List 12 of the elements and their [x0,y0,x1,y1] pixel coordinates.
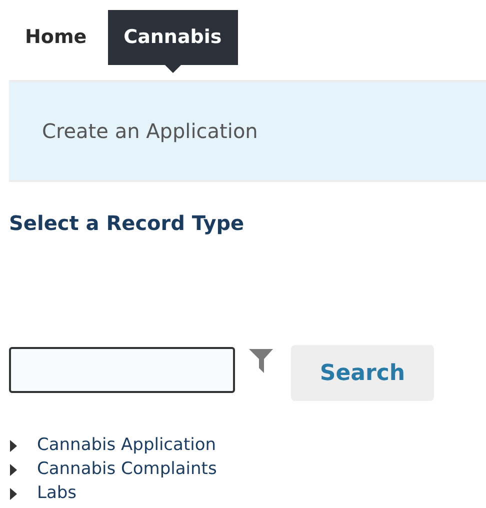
record-type-link[interactable]: Labs [37,481,77,507]
section-heading: Select a Record Type [9,210,246,237]
search-field[interactable] [9,347,235,393]
filter-icon[interactable] [248,348,274,374]
collapsed-arrow-icon[interactable] [9,488,18,500]
search-button[interactable]: Search [291,345,434,401]
nav-tab[interactable]: Home [10,10,102,65]
page-title: Create an Application [42,118,258,145]
record-type-link[interactable]: Cannabis Application [37,433,216,459]
collapsed-arrow-icon[interactable] [9,440,18,452]
collapsed-arrow-icon[interactable] [9,464,18,476]
record-type-link[interactable]: Cannabis Complaints [37,457,217,483]
